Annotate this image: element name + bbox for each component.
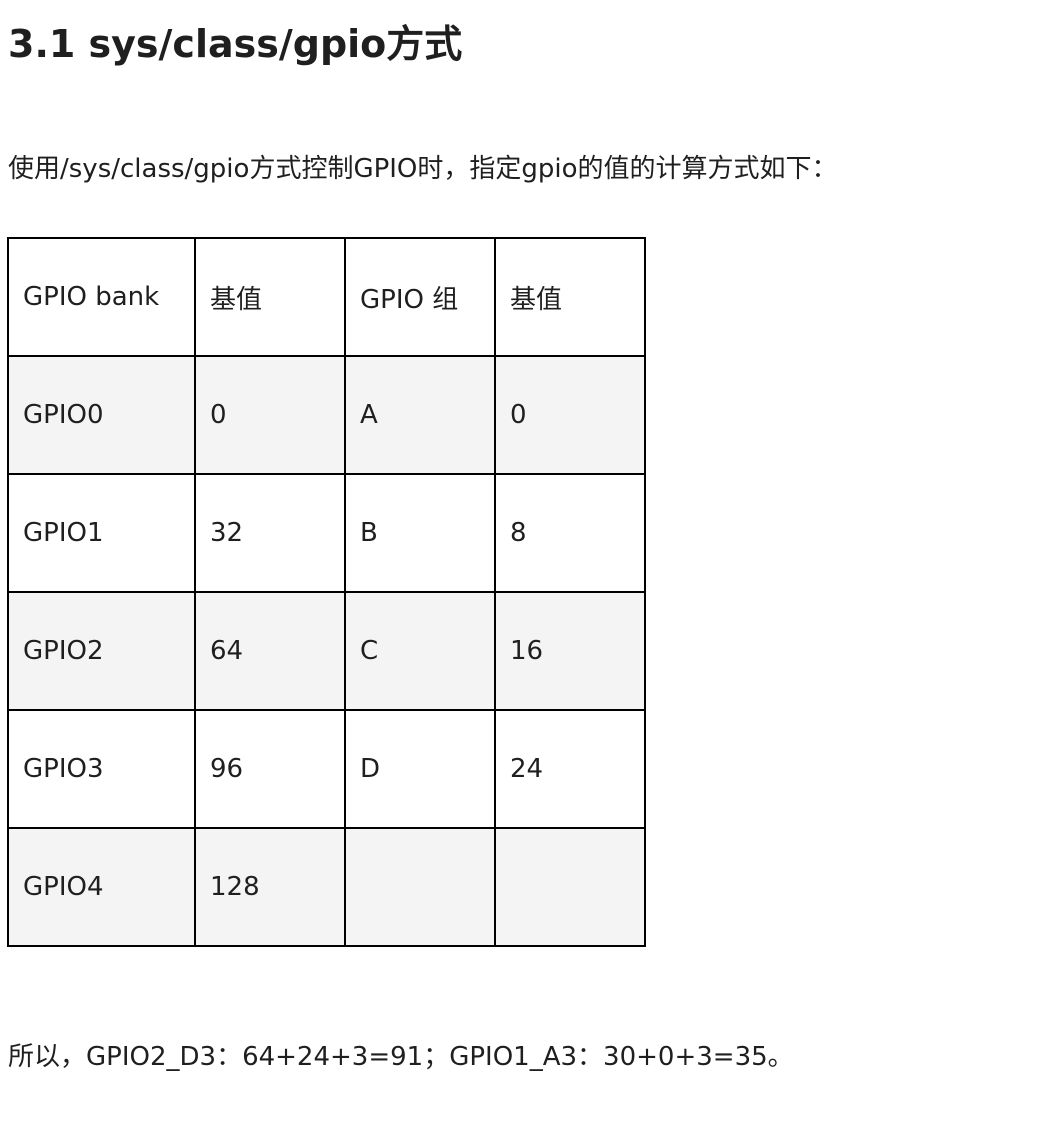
header-gpio-bank: GPIO bank — [7, 237, 196, 357]
cell-group-base: 8 — [494, 473, 646, 593]
cell-group-base — [494, 827, 646, 947]
header-bank-base: 基值 — [194, 237, 346, 357]
cell-bank-base: 128 — [194, 827, 346, 947]
cell-group-base: 24 — [494, 709, 646, 829]
cell-bank-base: 0 — [194, 355, 346, 475]
table-row: GPIO4 128 — [7, 827, 646, 947]
cell-gpio-bank: GPIO0 — [7, 355, 196, 475]
header-group-base: 基值 — [494, 237, 646, 357]
cell-gpio-bank: GPIO3 — [7, 709, 196, 829]
table-row: GPIO0 0 A 0 — [7, 355, 646, 475]
intro-paragraph: 使用/sys/class/gpio方式控制GPIO时，指定gpio的值的计算方式… — [8, 154, 838, 184]
cell-gpio-bank: GPIO2 — [7, 591, 196, 711]
cell-group-base: 0 — [494, 355, 646, 475]
table-row: GPIO3 96 D 24 — [7, 709, 646, 829]
cell-gpio-group: D — [344, 709, 496, 829]
cell-gpio-group: B — [344, 473, 496, 593]
cell-bank-base: 96 — [194, 709, 346, 829]
cell-gpio-group: C — [344, 591, 496, 711]
cell-bank-base: 32 — [194, 473, 346, 593]
cell-gpio-group — [344, 827, 496, 947]
summary-paragraph: 所以，GPIO2_D3：64+24+3=91；GPIO1_A3：30+0+3=3… — [8, 1042, 794, 1072]
cell-gpio-group: A — [344, 355, 496, 475]
table-row: GPIO2 64 C 16 — [7, 591, 646, 711]
gpio-base-table-wrapper: GPIO bank 基值 GPIO 组 基值 GPIO0 0 A 0 GPIO1… — [7, 237, 646, 947]
cell-group-base: 16 — [494, 591, 646, 711]
gpio-base-table: GPIO bank 基值 GPIO 组 基值 GPIO0 0 A 0 GPIO1… — [7, 237, 646, 947]
section-title: 3.1 sys/class/gpio方式 — [8, 22, 463, 66]
cell-gpio-bank: GPIO1 — [7, 473, 196, 593]
table-row: GPIO1 32 B 8 — [7, 473, 646, 593]
header-gpio-group: GPIO 组 — [344, 237, 496, 357]
document-page: 3.1 sys/class/gpio方式 使用/sys/class/gpio方式… — [0, 0, 1046, 1124]
table-header-row: GPIO bank 基值 GPIO 组 基值 — [7, 237, 646, 357]
cell-bank-base: 64 — [194, 591, 346, 711]
cell-gpio-bank: GPIO4 — [7, 827, 196, 947]
